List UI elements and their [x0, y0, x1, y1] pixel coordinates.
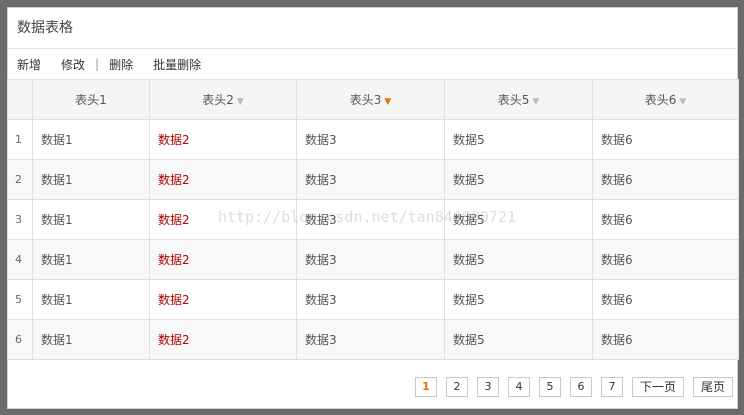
page-button-1[interactable]: 1 — [414, 377, 437, 397]
row-index: 1 — [7, 119, 33, 160]
delete-button[interactable]: 删除 — [109, 56, 133, 73]
row-index: 6 — [7, 319, 33, 360]
toolbar-separator: | — [95, 57, 100, 71]
table-cell: 数据6 — [592, 159, 739, 200]
table-cell: 数据6 — [592, 319, 739, 360]
table-row[interactable]: 1 数据1 数据2 数据3 数据5 数据6 — [7, 119, 739, 160]
row-index: 2 — [7, 159, 33, 200]
table-cell: 数据3 — [296, 319, 445, 360]
table-cell: 数据3 — [296, 279, 445, 320]
sort-down-icon[interactable]: ▼ — [679, 97, 686, 107]
table-cell: 数据2 — [149, 279, 297, 320]
table-cell: 数据3 — [296, 199, 445, 240]
table-cell: 数据2 — [149, 199, 297, 240]
data-table: 表头1 表头2 ▼ 表头3 ▼ 表头5 ▼ 表头6 ▼ 1 数据1 数据2 数据3 数据… — [7, 79, 739, 360]
column-header-3[interactable]: 表头3 ▼ — [296, 79, 445, 120]
next-page-button[interactable]: 下一页 — [631, 377, 684, 397]
toolbar: 新增 修改 | 删除 批量删除 — [8, 49, 737, 79]
page-button-2[interactable]: 2 — [445, 377, 468, 397]
table-cell: 数据2 — [149, 119, 297, 160]
edit-button[interactable]: 修改 — [61, 56, 85, 73]
page-button-7[interactable]: 7 — [600, 377, 623, 397]
table-cell: 数据2 — [149, 319, 297, 360]
batch-delete-button[interactable]: 批量删除 — [153, 56, 201, 73]
last-page-button[interactable]: 尾页 — [692, 377, 733, 397]
data-grid-panel: 数据表格 新增 修改 | 删除 批量删除 表头1 表头2 ▼ 表头3 ▼ 表头5 ▼ … — [7, 7, 739, 409]
table-cell: 数据1 — [32, 159, 150, 200]
sort-down-active-icon[interactable]: ▼ — [384, 97, 391, 107]
table-row[interactable]: 6 数据1 数据2 数据3 数据5 数据6 — [7, 319, 739, 360]
column-header-6[interactable]: 表头6 ▼ — [592, 79, 739, 120]
table-cell: 数据2 — [149, 159, 297, 200]
table-row[interactable]: 3 数据1 数据2 数据3 数据5 数据6 — [7, 199, 739, 240]
table-cell: 数据1 — [32, 199, 150, 240]
table-cell: 数据6 — [592, 199, 739, 240]
table-row[interactable]: 4 数据1 数据2 数据3 数据5 数据6 — [7, 239, 739, 280]
sort-down-icon[interactable]: ▼ — [532, 97, 539, 107]
page-button-3[interactable]: 3 — [476, 377, 499, 397]
column-header-5[interactable]: 表头5 ▼ — [444, 79, 593, 120]
add-button[interactable]: 新增 — [17, 56, 41, 73]
index-column-header — [7, 79, 33, 120]
table-cell: 数据6 — [592, 279, 739, 320]
sort-down-icon[interactable]: ▼ — [237, 97, 244, 107]
table-cell: 数据3 — [296, 159, 445, 200]
row-index: 5 — [7, 279, 33, 320]
page-button-6[interactable]: 6 — [569, 377, 592, 397]
table-cell: 数据5 — [444, 279, 593, 320]
table-cell: 数据5 — [444, 159, 593, 200]
table-cell: 数据1 — [32, 119, 150, 160]
row-index: 3 — [7, 199, 33, 240]
table-cell: 数据1 — [32, 239, 150, 280]
table-cell: 数据5 — [444, 319, 593, 360]
pagination: 1 2 3 4 5 6 7 下一页 尾页 — [414, 377, 733, 397]
table-cell: 数据6 — [592, 239, 739, 280]
table-header-row: 表头1 表头2 ▼ 表头3 ▼ 表头5 ▼ 表头6 ▼ — [7, 79, 739, 120]
table-cell: 数据5 — [444, 199, 593, 240]
page-button-5[interactable]: 5 — [538, 377, 561, 397]
table-row[interactable]: 5 数据1 数据2 数据3 数据5 数据6 — [7, 279, 739, 320]
table-cell: 数据5 — [444, 119, 593, 160]
table-cell: 数据3 — [296, 239, 445, 280]
table-cell: 数据1 — [32, 319, 150, 360]
row-index: 4 — [7, 239, 33, 280]
column-header-1[interactable]: 表头1 — [32, 79, 150, 120]
page-button-4[interactable]: 4 — [507, 377, 530, 397]
table-cell: 数据3 — [296, 119, 445, 160]
table-cell: 数据5 — [444, 239, 593, 280]
table-cell: 数据2 — [149, 239, 297, 280]
column-header-2[interactable]: 表头2 ▼ — [149, 79, 297, 120]
panel-title: 数据表格 — [8, 8, 737, 49]
table-cell: 数据6 — [592, 119, 739, 160]
table-cell: 数据1 — [32, 279, 150, 320]
table-row[interactable]: 2 数据1 数据2 数据3 数据5 数据6 — [7, 159, 739, 200]
